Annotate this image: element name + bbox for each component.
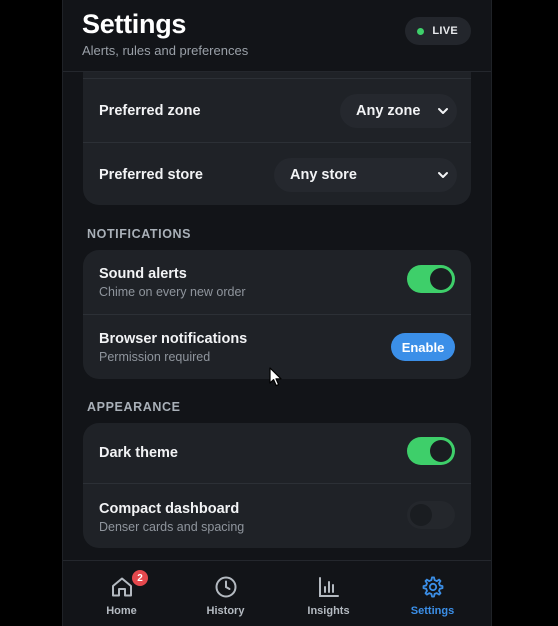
- chevron-down-icon: [438, 172, 448, 178]
- sound-alerts-toggle[interactable]: [407, 265, 455, 293]
- tab-insights-label: Insights: [307, 605, 350, 617]
- preferred-store-row: Preferred store Any store: [83, 142, 471, 205]
- toggle-knob: [430, 440, 452, 462]
- tab-home[interactable]: 2 Home: [68, 561, 175, 626]
- compact-dashboard-row: Compact dashboard Denser cards and spaci…: [83, 483, 471, 548]
- home-notification-badge: 2: [132, 570, 148, 586]
- sound-alerts-description: Chime on every new order: [99, 285, 246, 299]
- toggle-knob: [430, 268, 452, 290]
- chevron-down-icon: [438, 108, 448, 114]
- enable-notifications-button[interactable]: Enable: [391, 333, 455, 361]
- gear-icon: [422, 576, 444, 598]
- home-icon: [112, 577, 132, 597]
- preferred-store-value: Any store: [290, 167, 357, 183]
- tab-history[interactable]: History: [172, 561, 279, 626]
- page-subtitle: Alerts, rules and preferences: [82, 43, 249, 58]
- tab-insights[interactable]: Insights: [275, 561, 382, 626]
- browser-notifications-label: Browser notifications: [99, 331, 248, 347]
- preferred-store-select[interactable]: Any store: [274, 158, 457, 192]
- app-header: Settings Alerts, rules and preferences L…: [63, 0, 491, 72]
- live-dot-icon: [417, 27, 425, 35]
- dark-theme-toggle[interactable]: [407, 437, 455, 465]
- preferred-zone-value: Any zone: [356, 103, 421, 119]
- tab-settings[interactable]: Settings: [379, 561, 486, 626]
- bottom-tab-bar: 2 Home History Insights Settings: [63, 560, 491, 626]
- preferred-zone-select[interactable]: Any zone: [340, 94, 457, 128]
- appearance-section-title: APPEARANCE: [87, 400, 181, 414]
- preferences-card: Preferred zone Any zone Preferred store …: [83, 50, 471, 205]
- mouse-cursor-icon: [269, 367, 282, 387]
- tab-home-label: Home: [106, 605, 137, 617]
- live-status-badge: LIVE: [405, 17, 471, 45]
- preferred-zone-label: Preferred zone: [99, 103, 201, 119]
- notifications-section-title: NOTIFICATIONS: [87, 227, 192, 241]
- compact-dashboard-description: Denser cards and spacing: [99, 520, 245, 534]
- tab-settings-label: Settings: [410, 605, 455, 617]
- browser-notifications-description: Permission required: [99, 350, 211, 364]
- notifications-card: Sound alerts Chime on every new order Br…: [83, 250, 471, 379]
- bar-chart-icon: [319, 577, 339, 597]
- sound-alerts-label: Sound alerts: [99, 266, 187, 282]
- toggle-knob: [410, 504, 432, 526]
- page-title: Settings: [82, 9, 187, 39]
- appearance-card: Dark theme Compact dashboard Denser card…: [83, 423, 471, 548]
- preferred-store-label: Preferred store: [99, 167, 203, 183]
- preferred-zone-row: Preferred zone Any zone: [83, 78, 471, 143]
- sound-alerts-row: Sound alerts Chime on every new order: [83, 250, 471, 314]
- dark-theme-label: Dark theme: [99, 445, 178, 461]
- live-status-label: LIVE: [432, 25, 458, 37]
- compact-dashboard-toggle[interactable]: [407, 501, 455, 529]
- clock-icon: [215, 576, 237, 598]
- dark-theme-row: Dark theme: [83, 423, 471, 483]
- tab-history-label: History: [206, 605, 245, 617]
- app-screen: Preferred zone Any zone Preferred store …: [62, 0, 492, 626]
- compact-dashboard-label: Compact dashboard: [99, 501, 240, 517]
